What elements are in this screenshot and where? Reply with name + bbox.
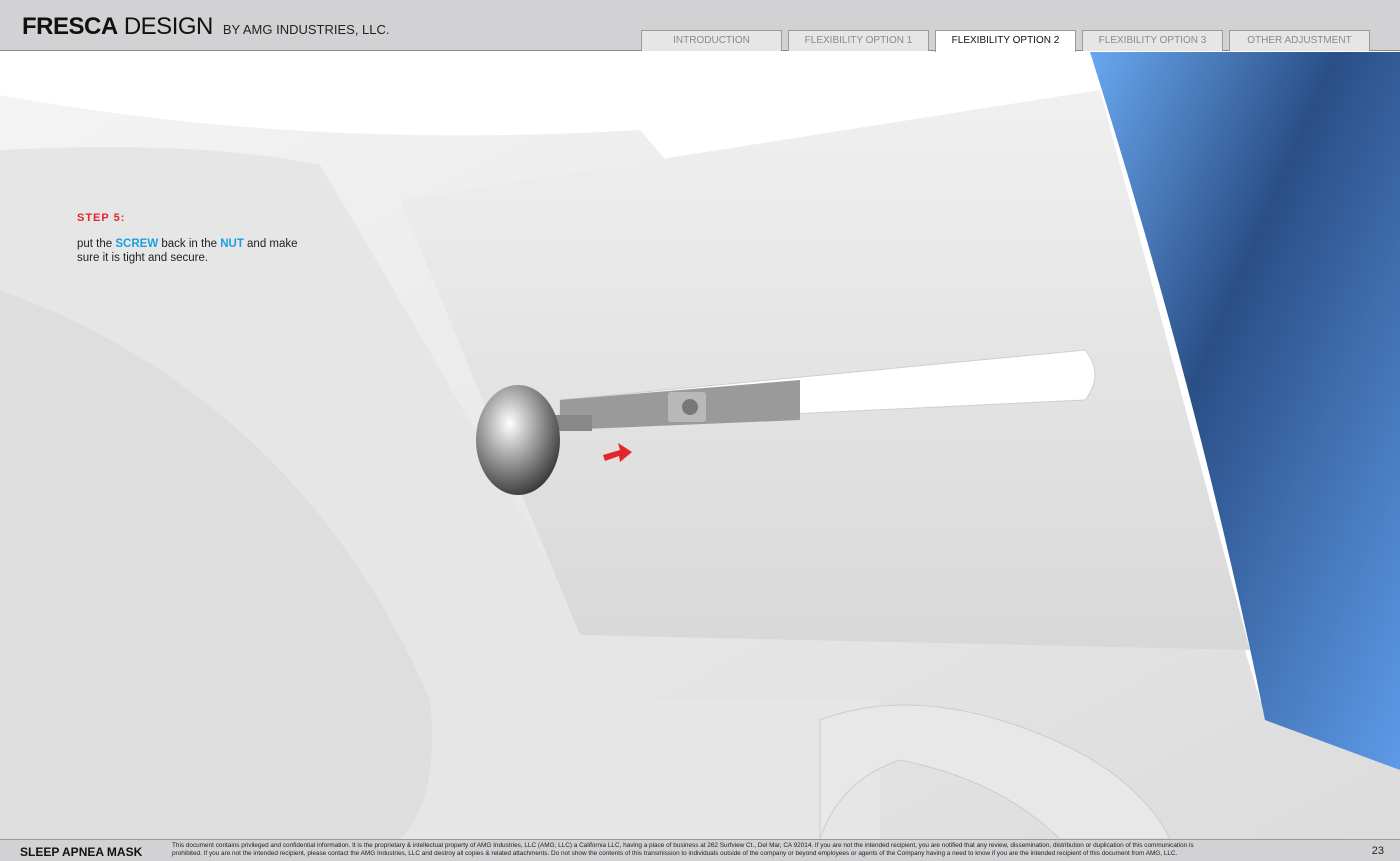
step-text-2: back in the bbox=[158, 238, 221, 250]
brand-bold: FRESCA bbox=[22, 13, 118, 40]
step-text: put the SCREW back in the NUT and make s… bbox=[77, 237, 317, 265]
brand-logo: FRESCA DESIGN BY AMG INDUSTRIES, LLC. bbox=[22, 13, 390, 41]
product-name: SLEEP APNEA MASK bbox=[20, 845, 143, 859]
tab-flexibility-option-1[interactable]: FLEXIBILITY OPTION 1 bbox=[788, 30, 929, 51]
header: FRESCA DESIGN BY AMG INDUSTRIES, LLC. INT… bbox=[0, 0, 1400, 52]
tab-flexibility-option-3[interactable]: FLEXIBILITY OPTION 3 bbox=[1082, 30, 1223, 51]
screw-highlight: SCREW bbox=[115, 238, 159, 250]
nut-highlight: NUT bbox=[220, 238, 244, 250]
tab-other-adjustment[interactable]: OTHER ADJUSTMENT bbox=[1229, 30, 1370, 51]
tab-flexibility-option-2[interactable]: FLEXIBILITY OPTION 2 bbox=[935, 30, 1076, 52]
footer: SLEEP APNEA MASK This document contains … bbox=[0, 839, 1400, 861]
tab-bar: INTRODUCTION FLEXIBILITY OPTION 1 FLEXIB… bbox=[641, 30, 1370, 52]
page-number: 23 bbox=[1371, 845, 1384, 857]
legal-notice: This document contains privileged and co… bbox=[172, 842, 1194, 857]
tab-introduction[interactable]: INTRODUCTION bbox=[641, 30, 782, 51]
brand-light: DESIGN bbox=[123, 13, 214, 40]
product-render bbox=[0, 52, 1400, 839]
brand-sub: BY AMG INDUSTRIES, LLC. bbox=[222, 22, 390, 37]
instruction-callout: STEP 5: put the SCREW back in the NUT an… bbox=[77, 212, 317, 265]
step-text-1: put the bbox=[77, 238, 116, 250]
step-title: STEP 5: bbox=[77, 212, 126, 224]
